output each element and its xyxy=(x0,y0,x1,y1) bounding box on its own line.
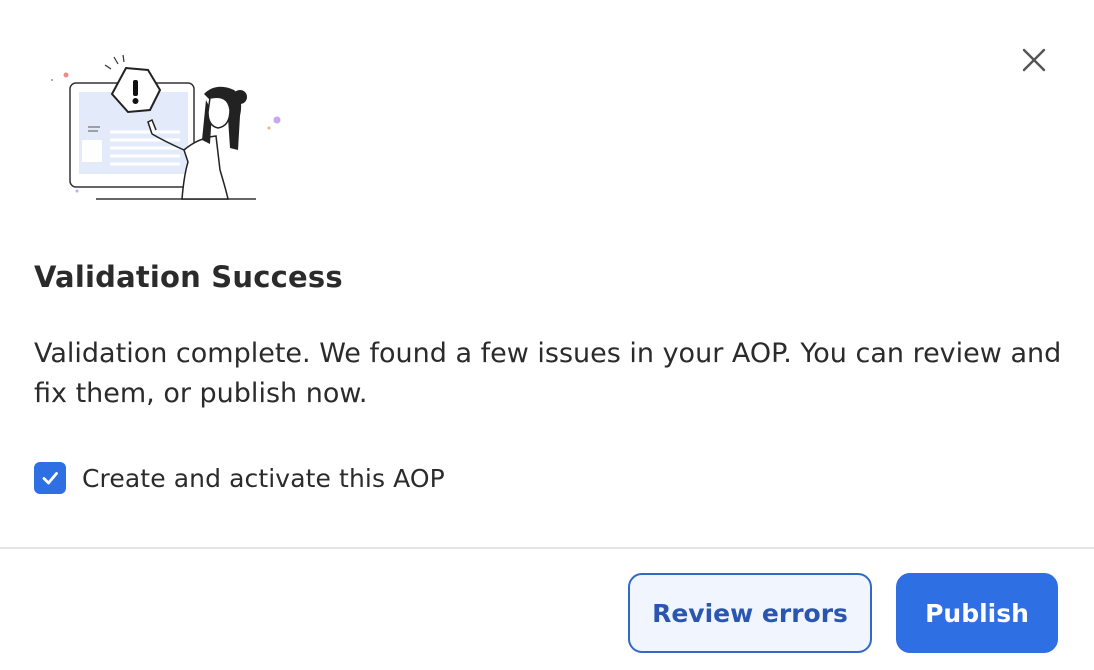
checkmark-icon xyxy=(42,472,58,485)
validation-dialog: Validation Success Validation complete. … xyxy=(0,0,1094,670)
create-activate-checkbox[interactable] xyxy=(34,462,66,494)
warning-illustration xyxy=(48,50,288,205)
dialog-message: Validation complete. We found a few issu… xyxy=(34,338,1062,409)
dialog-title: Validation Success xyxy=(34,260,343,294)
close-button[interactable] xyxy=(1014,40,1054,80)
review-errors-button[interactable]: Review errors xyxy=(628,573,872,653)
create-activate-checkbox-row[interactable]: Create and activate this AOP xyxy=(34,462,445,494)
checkbox-label: Create and activate this AOP xyxy=(82,463,445,493)
footer-divider xyxy=(0,547,1094,549)
close-icon xyxy=(1022,48,1046,72)
publish-button[interactable]: Publish xyxy=(896,573,1058,653)
